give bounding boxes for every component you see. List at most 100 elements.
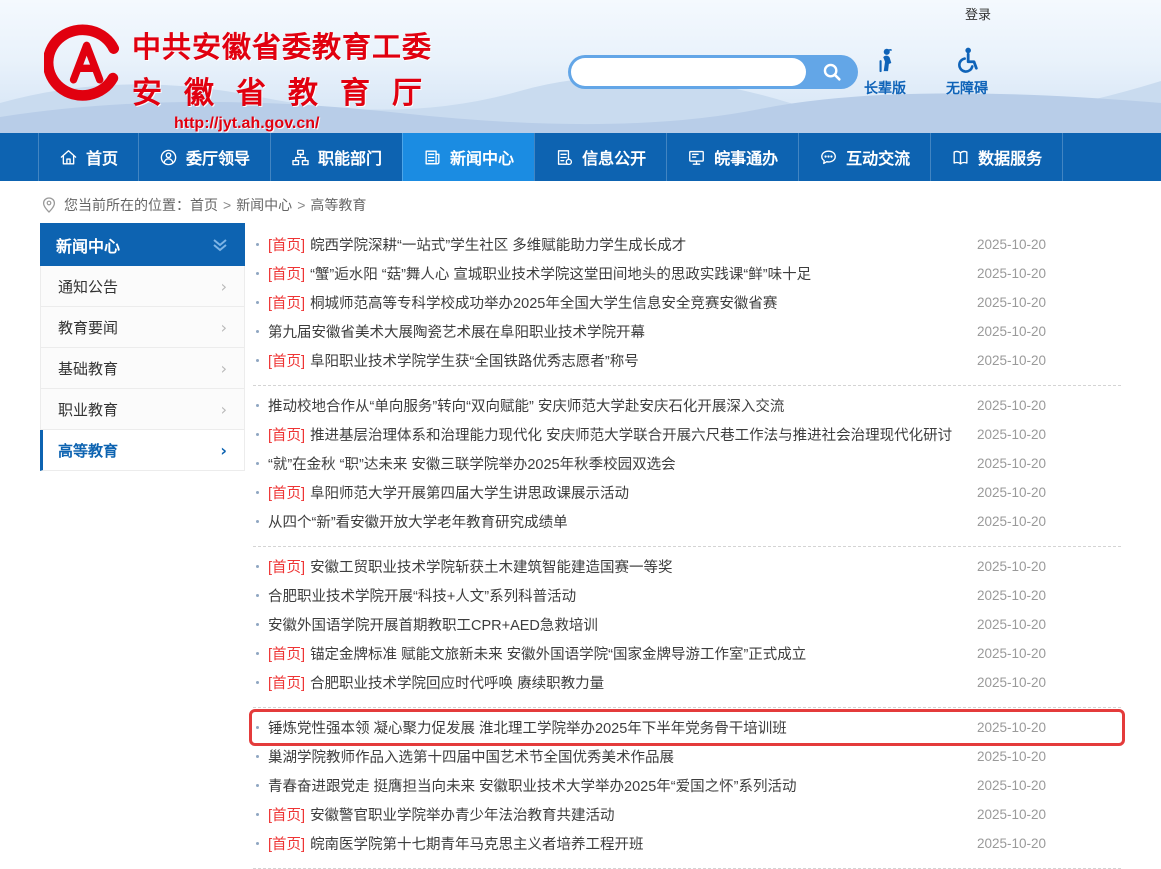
news-row[interactable]: [首页]推进基层治理体系和治理能力现代化 安庆师范大学联合开展六尺巷工作法与推进… bbox=[253, 420, 1121, 449]
news-title-link[interactable]: 皖南医学院第十七期青年马克思主义者培养工程开班 bbox=[310, 833, 965, 854]
departments-icon bbox=[291, 148, 310, 167]
sidebar-item-label: 教育要闻 bbox=[58, 317, 118, 338]
news-row[interactable]: [首页]阜阳师范大学开展第四届大学生讲思政课展示活动2025-10-20 bbox=[253, 478, 1121, 507]
sidebar-item-高等教育[interactable]: 高等教育› bbox=[40, 430, 245, 471]
nav-tab-皖事通办[interactable]: 皖事通办 bbox=[666, 133, 798, 181]
search-button[interactable] bbox=[806, 55, 858, 89]
news-date: 2025-10-20 bbox=[977, 427, 1046, 442]
news-date: 2025-10-20 bbox=[977, 559, 1046, 574]
news-group: [首页]安徽工贸职业技术学院斩获土木建筑智能建造国赛一等奖2025-10-20合… bbox=[253, 547, 1121, 708]
news-date: 2025-10-20 bbox=[977, 456, 1046, 471]
nav-tab-首页[interactable]: 首页 bbox=[38, 133, 138, 181]
nav-tab-新闻中心[interactable]: 新闻中心 bbox=[402, 133, 534, 181]
news-row-highlighted[interactable]: 锤炼党性强本领 凝心聚力促发展 淮北理工学院举办2025年下半年党务骨干培训班2… bbox=[253, 713, 1121, 742]
nav-tab-label: 数据服务 bbox=[978, 145, 1042, 169]
news-row[interactable]: [首页]合肥职业技术学院回应时代呼唤 赓续职教力量2025-10-20 bbox=[253, 668, 1121, 697]
news-row[interactable]: 合肥职业技术学院开展“科技+人文”系列科普活动 2025-10-20 bbox=[253, 581, 1121, 610]
search-icon bbox=[821, 61, 843, 83]
site-logo-icon bbox=[44, 24, 126, 106]
login-link[interactable]: 登录 bbox=[965, 4, 991, 23]
news-title-link[interactable]: 第九届安徽省美术大展陶瓷艺术展在阜阳职业技术学院开幕 bbox=[268, 321, 965, 342]
news-row[interactable]: 第九届安徽省美术大展陶瓷艺术展在阜阳职业技术学院开幕 2025-10-20 bbox=[253, 317, 1121, 346]
news-row[interactable]: [首页]“蟹”逅水阳 “菇”舞人心 宣城职业技术学院这堂田间地头的思政实践课“鲜… bbox=[253, 259, 1121, 288]
news-title-link[interactable]: 合肥职业技术学院开展“科技+人文”系列科普活动 bbox=[268, 585, 965, 606]
news-title-link[interactable]: 从四个“新”看安徽开放大学老年教育研究成绩单 bbox=[268, 511, 965, 532]
nav-tab-label: 首页 bbox=[86, 145, 118, 169]
org-title-line2: 安徽省教育厅 bbox=[132, 68, 444, 112]
news-date: 2025-10-20 bbox=[977, 398, 1046, 413]
news-date: 2025-10-20 bbox=[977, 588, 1046, 603]
news-title-link[interactable]: 安徽外国语学院开展首期教职工CPR+AED急救培训 bbox=[268, 614, 965, 635]
news-row[interactable]: [首页]锚定金牌标准 赋能文旅新未来 安徽外国语学院“国家金牌导游工作室”正式成… bbox=[253, 639, 1121, 668]
bullet-dot-icon bbox=[256, 404, 259, 407]
news-title-link[interactable]: 青春奋进跟党走 挺膺担当向未来 安徽职业技术大学举办2025年“爱国之怀”系列活… bbox=[268, 775, 965, 796]
news-date: 2025-10-20 bbox=[977, 324, 1046, 339]
sidebar-item-label: 基础教育 bbox=[58, 358, 118, 379]
news-title-link[interactable]: 桐城师范高等专科学校成功举办2025年全国大学生信息安全竞赛安徽省赛 bbox=[310, 292, 965, 313]
news-date: 2025-10-20 bbox=[977, 266, 1046, 281]
bullet-dot-icon bbox=[256, 681, 259, 684]
nav-tab-职能部门[interactable]: 职能部门 bbox=[270, 133, 402, 181]
bullet-dot-icon bbox=[256, 359, 259, 362]
news-date: 2025-10-20 bbox=[977, 514, 1046, 529]
bullet-dot-icon bbox=[256, 491, 259, 494]
news-row[interactable]: 青春奋进跟党走 挺膺担当向未来 安徽职业技术大学举办2025年“爱国之怀”系列活… bbox=[253, 771, 1121, 800]
bullet-dot-icon bbox=[256, 330, 259, 333]
bullet-dot-icon bbox=[256, 433, 259, 436]
breadcrumb-part-高等教育[interactable]: 高等教育 bbox=[310, 195, 366, 215]
chevron-right-icon: › bbox=[221, 400, 227, 419]
nav-tab-互动交流[interactable]: 互动交流 bbox=[798, 133, 930, 181]
news-title-link[interactable]: 合肥职业技术学院回应时代呼唤 赓续职教力量 bbox=[310, 672, 965, 693]
news-title-link[interactable]: 阜阳师范大学开展第四届大学生讲思政课展示活动 bbox=[310, 482, 965, 503]
breadcrumb-part-首页[interactable]: 首页 bbox=[190, 195, 218, 215]
news-row[interactable]: [首页]皖南医学院第十七期青年马克思主义者培养工程开班2025-10-20 bbox=[253, 829, 1121, 858]
news-title-link[interactable]: 安徽工贸职业技术学院斩获土木建筑智能建造国赛一等奖 bbox=[310, 556, 965, 577]
breadcrumb-separator: > bbox=[223, 197, 231, 213]
news-row[interactable]: 推动校地合作从“单向服务”转向“双向赋能” 安庆师范大学赴安庆石化开展深入交流 2… bbox=[253, 391, 1121, 420]
search-bar bbox=[568, 55, 858, 89]
news-date: 2025-10-20 bbox=[977, 237, 1046, 252]
nav-tab-委厅领导[interactable]: 委厅领导 bbox=[138, 133, 270, 181]
news-row[interactable]: [首页]安徽警官职业学院举办青少年法治教育共建活动2025-10-20 bbox=[253, 800, 1121, 829]
news-group: 锤炼党性强本领 凝心聚力促发展 淮北理工学院举办2025年下半年党务骨干培训班2… bbox=[253, 708, 1121, 869]
search-input[interactable] bbox=[571, 58, 806, 86]
news-title-link[interactable]: “就”在金秋 “职”达未来 安徽三联学院举办2025年秋季校园双选会 bbox=[268, 453, 965, 474]
news-title-link[interactable]: 推动校地合作从“单向服务”转向“双向赋能” 安庆师范大学赴安庆石化开展深入交流 bbox=[268, 395, 965, 416]
news-date: 2025-10-20 bbox=[977, 617, 1046, 632]
news-row[interactable]: [首页]安徽工贸职业技术学院斩获土木建筑智能建造国赛一等奖2025-10-20 bbox=[253, 552, 1121, 581]
main-navigation: 首页委厅领导职能部门 新闻中心信息公开皖事通办互动交流 数据服务 bbox=[0, 133, 1161, 181]
sidebar-item-基础教育[interactable]: 基础教育› bbox=[40, 348, 245, 389]
news-row[interactable]: [首页]桐城师范高等专科学校成功举办2025年全国大学生信息安全竞赛安徽省赛20… bbox=[253, 288, 1121, 317]
elder-version-button[interactable]: 长辈版 bbox=[857, 46, 913, 98]
accessibility-button[interactable]: 无障碍 bbox=[939, 46, 995, 98]
news-title-link[interactable]: 安徽警官职业学院举办青少年法治教育共建活动 bbox=[310, 804, 965, 825]
nav-tab-信息公开[interactable]: 信息公开 bbox=[534, 133, 666, 181]
sidebar-item-教育要闻[interactable]: 教育要闻› bbox=[40, 307, 245, 348]
sidebar-item-label: 通知公告 bbox=[58, 276, 118, 297]
news-title-link[interactable]: 巢湖学院教师作品入选第十四届中国艺术节全国优秀美术作品展 bbox=[268, 746, 965, 767]
news-title-link[interactable]: 锤炼党性强本领 凝心聚力促发展 淮北理工学院举办2025年下半年党务骨干培训班 bbox=[268, 717, 965, 738]
news-title-link[interactable]: 皖西学院深耕“一站式”学生社区 多维赋能助力学生成长成才 bbox=[310, 234, 965, 255]
news-row[interactable]: 巢湖学院教师作品入选第十四届中国艺术节全国优秀美术作品展2025-10-20 bbox=[253, 742, 1121, 771]
nav-tab-数据服务[interactable]: 数据服务 bbox=[930, 133, 1063, 181]
news-title-link[interactable]: 阜阳职业技术学院学生获“全国铁路优秀志愿者”称号 bbox=[310, 350, 965, 371]
sidebar-item-职业教育[interactable]: 职业教育› bbox=[40, 389, 245, 430]
news-row[interactable]: [首页]阜阳职业技术学院学生获“全国铁路优秀志愿者”称号2025-10-20 bbox=[253, 346, 1121, 375]
sidebar-item-通知公告[interactable]: 通知公告› bbox=[40, 266, 245, 307]
accessibility-tools: 长辈版 无障碍 bbox=[857, 46, 995, 98]
site-brand[interactable]: 中共安徽省委教育工委 安徽省教育厅 http://jyt.ah.gov.cn/ bbox=[44, 24, 444, 133]
news-title-link[interactable]: “蟹”逅水阳 “菇”舞人心 宣城职业技术学院这堂田间地头的思政实践课“鲜”味十足 bbox=[310, 263, 965, 284]
news-row[interactable]: “就”在金秋 “职”达未来 安徽三联学院举办2025年秋季校园双选会 2025-1… bbox=[253, 449, 1121, 478]
news-row[interactable]: [首页]皖西学院深耕“一站式”学生社区 多维赋能助力学生成长成才2025-10-… bbox=[253, 230, 1121, 259]
sidebar-header[interactable]: 新闻中心 bbox=[40, 223, 245, 266]
bullet-dot-icon bbox=[256, 652, 259, 655]
breadcrumb-part-新闻中心[interactable]: 新闻中心 bbox=[236, 195, 292, 215]
news-title-link[interactable]: 锚定金牌标准 赋能文旅新未来 安徽外国语学院“国家金牌导游工作室”正式成立 bbox=[310, 643, 965, 664]
news-row[interactable]: 安徽外国语学院开展首期教职工CPR+AED急救培训 2025-10-20 bbox=[253, 610, 1121, 639]
news-date: 2025-10-20 bbox=[977, 485, 1046, 500]
nav-tab-label: 新闻中心 bbox=[450, 145, 514, 169]
breadcrumb-prefix: 您当前所在的位置： bbox=[64, 195, 190, 215]
news-row[interactable]: 从四个“新”看安徽开放大学老年教育研究成绩单 2025-10-20 bbox=[253, 507, 1121, 536]
news-title-link[interactable]: 推进基层治理体系和治理能力现代化 安庆师范大学联合开展六尺巷工作法与推进社会治理… bbox=[310, 424, 965, 445]
breadcrumb: 您当前所在的位置： 首页>新闻中心>高等教育 bbox=[42, 193, 1161, 217]
